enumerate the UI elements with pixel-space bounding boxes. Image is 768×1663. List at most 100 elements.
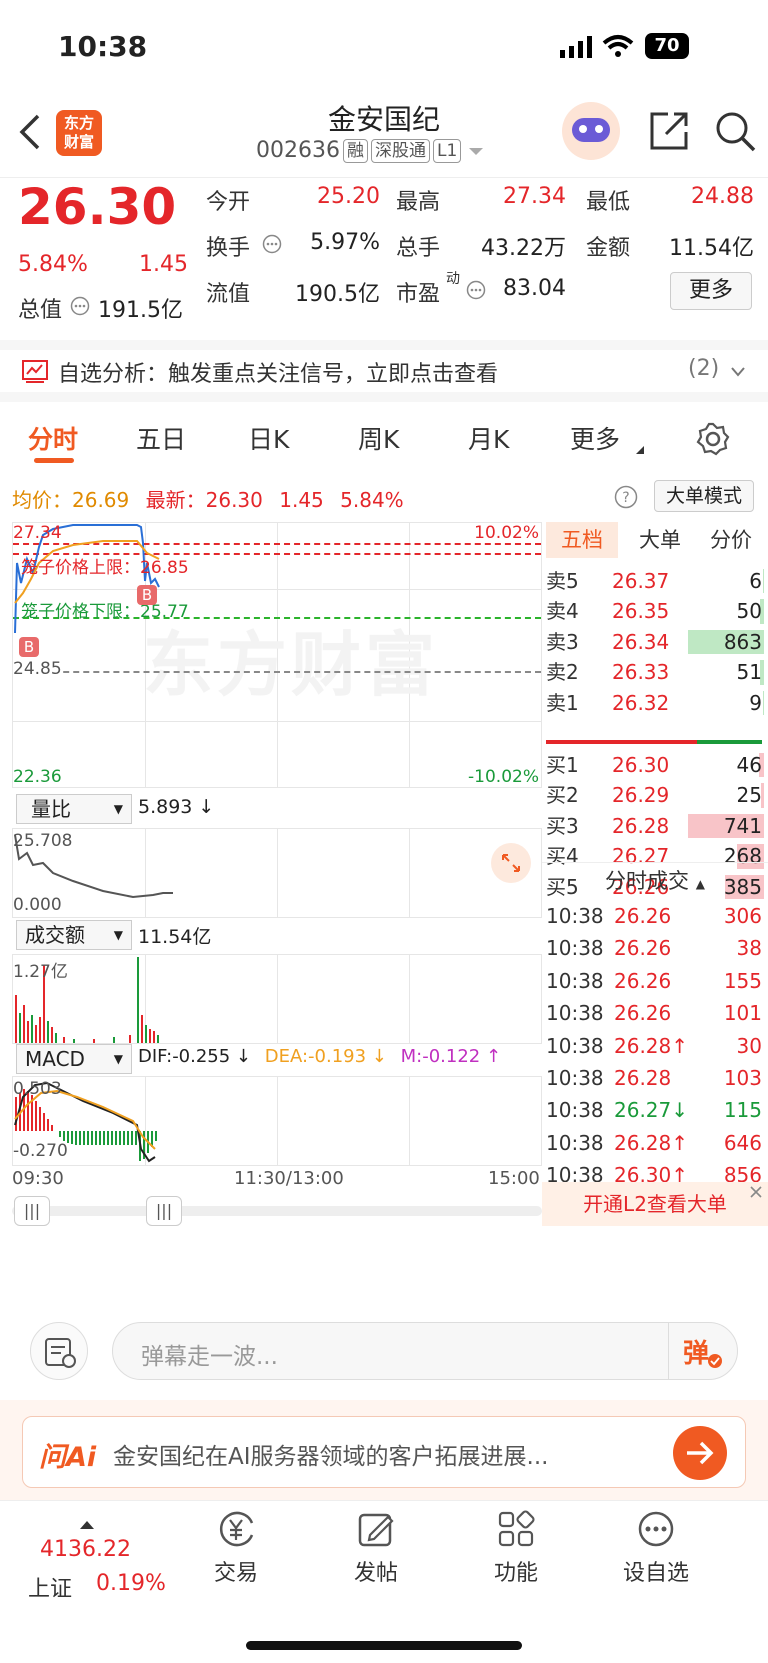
avg-value: 26.69 [72, 488, 130, 512]
info-icon[interactable] [262, 234, 282, 254]
search-icon[interactable] [714, 110, 756, 152]
tick-price: 26.27↓ [614, 1098, 689, 1123]
ask-volume-bar [763, 690, 764, 715]
tick-label: 10:38 [546, 1033, 604, 1058]
ask-ai-question: 金安国纪在AI服务器领域的客户拓展进展... [113, 1444, 549, 1470]
amount-value: 11.54亿 [669, 236, 754, 261]
orderbook-tab-price[interactable]: 分价 [696, 522, 766, 558]
orderbook-tab-level5[interactable]: 五档 [546, 522, 618, 558]
volume-ratio-min: 0.000 [13, 895, 62, 915]
index-pct: 0.19% [96, 1571, 166, 1596]
tick-price: 26.26 [614, 1001, 672, 1026]
bid-volume: 25 [736, 783, 762, 808]
ask-ai-brand: 问Ai [39, 1442, 97, 1473]
latest-label: 最新： [145, 488, 206, 512]
bid-row: 买2 26.29 25 [542, 780, 764, 810]
turnover-label: 换手 [206, 236, 251, 261]
tick-price: 26.26 [614, 968, 672, 993]
macd-min: -0.270 [13, 1141, 68, 1161]
bottom-pct-label: -10.02% [468, 767, 539, 787]
ask-row: 卖3 26.34 863 [542, 627, 764, 657]
ask-ai-arrow-button[interactable] [673, 1426, 727, 1480]
chart-tabs: 分时 五日 日K 周K 月K 更多 [0, 402, 768, 470]
settings-gear-icon[interactable] [696, 422, 730, 456]
amount-selector[interactable]: 成交额 ▼ [16, 920, 132, 950]
index-value[interactable]: 4136.22 [40, 1537, 131, 1562]
avg-label: 均价： [12, 488, 72, 512]
bid-price: 26.28 [612, 813, 670, 838]
volume-ratio-max: 25.708 [13, 831, 73, 851]
danmu-settings-icon[interactable] [30, 1322, 88, 1380]
macd-chart[interactable]: 0.503 -0.270 [12, 1076, 542, 1166]
buy-marker[interactable]: B [19, 637, 39, 657]
alert-count: (2) [688, 356, 720, 381]
tick-row: 10:38 26.26 38 [542, 932, 764, 964]
ask-row: 卖4 26.35 50 [542, 596, 764, 626]
tag-level: L1 [432, 138, 462, 163]
stock-code: 002636 [256, 138, 340, 163]
tag-connect: 深股通 [370, 138, 430, 163]
svg-text:?: ? [622, 490, 629, 506]
volume-label: 总手 [396, 236, 441, 261]
amount-chart[interactable]: 1.27亿 [12, 954, 542, 1044]
current-price: 26.30 [18, 178, 177, 236]
tab-five-day[interactable]: 五日 [136, 420, 186, 456]
orderbook-tabs: 五档 大单 分价 [542, 522, 768, 560]
limit-down-label: 笼子价格下限：25.77 [21, 602, 189, 622]
ask-ai-card[interactable]: 问Ai 金安国纪在AI服务器领域的客户拓展进展... [22, 1416, 746, 1488]
bid-label: 买3 [546, 813, 579, 838]
tab-month-k[interactable]: 月K [468, 420, 509, 456]
macd-selector[interactable]: MACD ▼ [16, 1044, 132, 1074]
volume-ratio-selector[interactable]: 量比 ▼ [16, 794, 132, 824]
intraday-price-chart[interactable]: 东方财富 27.34 10.02% 笼子价格上限：26.85 笼子价格下限：25… [12, 522, 542, 788]
edit-icon [358, 1513, 394, 1547]
stock-code-row: 002636 融 深股通 L1 [256, 138, 484, 163]
bid-label: 买2 [546, 783, 579, 808]
share-icon[interactable] [648, 110, 690, 152]
slider-handle-right[interactable]: ||| [146, 1196, 182, 1226]
tick-volume: 115 [723, 1098, 762, 1123]
ask-price: 26.33 [612, 660, 670, 685]
ticks-header[interactable]: 分时成交 ▲ [542, 862, 768, 898]
macd-max: 0.503 [13, 1079, 62, 1099]
tick-row: 10:38 26.26 101 [542, 997, 764, 1029]
large-order-mode-button[interactable]: 大单模式 [654, 480, 754, 512]
trade-button[interactable]: 交易 [176, 1509, 296, 1587]
danmu-input[interactable]: 弹幕走一波... 弹 [112, 1322, 738, 1380]
amount-panel-value: 11.54亿 [138, 926, 212, 948]
buy-marker[interactable]: B [137, 585, 157, 605]
info-icon[interactable] [466, 280, 486, 300]
time-range-slider[interactable] [12, 1206, 542, 1216]
tick-volume: 306 [723, 904, 762, 928]
tab-week-k[interactable]: 周K [358, 420, 399, 456]
volume-ratio-chart[interactable]: 25.708 0.000 [12, 828, 542, 918]
tick-volume: 30 [736, 1033, 762, 1058]
time-axis-start: 09:30 [12, 1168, 64, 1189]
l2-banner[interactable]: 开通L2查看大单 [542, 1182, 768, 1226]
add-watchlist-label: 设自选 [622, 1561, 689, 1586]
more-button[interactable]: 更多 [670, 272, 752, 310]
ask-row: 卖2 26.33 51 [542, 657, 764, 687]
battery-icon: 70 [645, 33, 689, 59]
close-icon[interactable] [748, 1184, 764, 1200]
help-icon[interactable]: ? [614, 485, 638, 509]
ai-robot-icon[interactable] [562, 102, 620, 160]
tab-day-k[interactable]: 日K [248, 420, 289, 456]
info-icon[interactable] [70, 296, 90, 316]
orderbook-tab-large[interactable]: 大单 [626, 522, 694, 558]
tab-more[interactable]: 更多 [570, 420, 620, 456]
slider-handle-left[interactable]: ||| [14, 1196, 50, 1226]
post-label: 发帖 [353, 1561, 398, 1586]
post-button[interactable]: 发帖 [316, 1509, 436, 1587]
watchlist-alert-bar[interactable]: 自选分析：触发重点关注信号，立即点击查看 (2) [0, 340, 768, 402]
tab-intraday[interactable]: 分时 [28, 420, 78, 456]
expand-icon[interactable] [491, 843, 531, 883]
danmu-send-button[interactable]: 弹 [683, 1333, 709, 1370]
ask-ai-bar: 问Ai 金安国纪在AI服务器领域的客户拓展进展... [0, 1400, 768, 1500]
dropdown-icon[interactable] [469, 146, 484, 156]
ask-price: 26.37 [612, 569, 670, 593]
status-bar: 10:38 70 [0, 0, 768, 96]
price-change-pct: 5.84% [18, 252, 88, 277]
add-watchlist-button[interactable]: 设自选 [596, 1509, 716, 1587]
function-button[interactable]: 功能 [456, 1509, 576, 1587]
